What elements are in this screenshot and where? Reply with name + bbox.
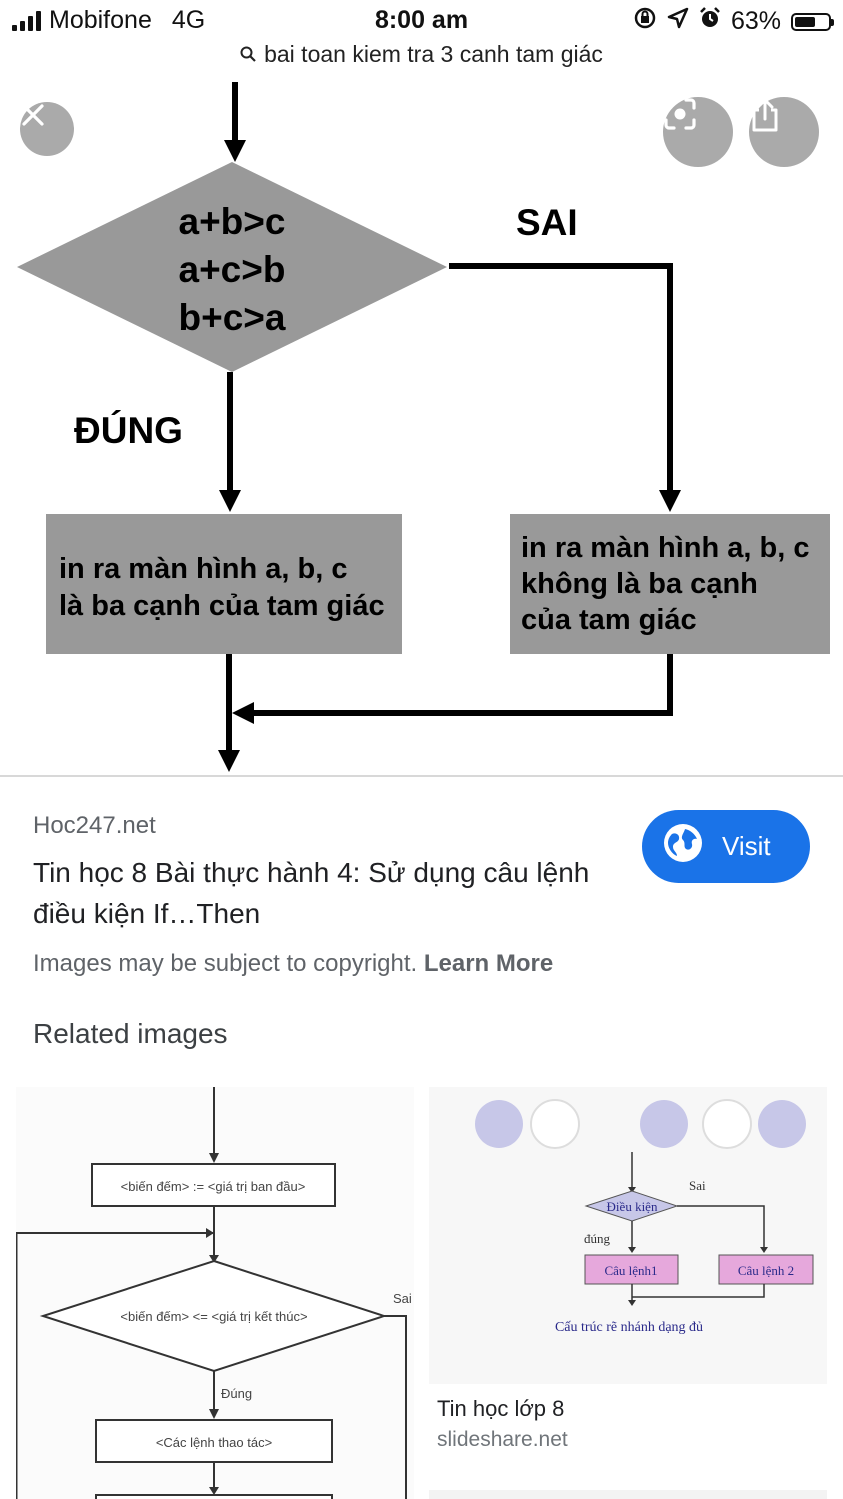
false-box-line-1: in ra màn hình a, b, c [521, 532, 809, 564]
related-2-title[interactable]: Tin học lớp 8 [437, 1396, 564, 1422]
divider [0, 775, 843, 777]
globe-icon [662, 822, 704, 871]
search-icon [240, 41, 256, 68]
true-box-line-2: là ba cạnh của tam giác [59, 590, 385, 622]
thumb1-sai: Sai [393, 1291, 412, 1306]
thumb1-dung: Đúng [221, 1386, 252, 1401]
thumb2-statement-2: Câu lệnh 2 [738, 1263, 794, 1278]
lens-button[interactable] [663, 97, 733, 167]
loop-flowchart-thumbnail: <biến đếm> := <giá trị ban đầu> <biến đế… [16, 1087, 412, 1499]
arrow-head-true [219, 490, 241, 512]
arrow-head-false [659, 490, 681, 512]
share-button[interactable] [749, 97, 819, 167]
flow-line-false [449, 263, 673, 494]
condition-1: a+b>c [179, 201, 286, 242]
arrow-head-return [232, 702, 254, 724]
search-query: bai toan kiem tra 3 canh tam giác [264, 41, 603, 67]
flow-line-return [250, 654, 673, 716]
false-box-line-3: của tam giác [521, 604, 697, 636]
thumb1-condition: <biến đếm> <= <giá trị kết thúc> [120, 1309, 307, 1324]
status-bar: Mobifone 4G 8:00 am 63% [0, 0, 843, 42]
status-right: 63% [633, 6, 834, 37]
true-box-line-1: in ra màn hình a, b, c [59, 553, 347, 585]
thumb2-condition: Điều kiện [607, 1199, 658, 1214]
copyright-text: Images may be subject to copyright. [33, 950, 418, 977]
location-icon [667, 7, 689, 36]
arrow-head-top [224, 140, 246, 162]
search-bar[interactable]: bai toan kiem tra 3 canh tam giác [0, 38, 843, 83]
image-source[interactable]: Hoc247.net [33, 812, 156, 840]
thumb2-caption: Cấu trúc rẽ nhánh dạng đủ [555, 1320, 703, 1335]
alarm-icon [699, 7, 721, 36]
related-2-source: slideshare.net [437, 1428, 568, 1451]
battery-icon [791, 12, 834, 31]
related-heading: Related images [33, 1018, 228, 1049]
false-label: SAI [516, 202, 578, 243]
related-image-2[interactable]: Điều kiện Sai đúng Câu lệnh1 Câu lệnh 2 … [429, 1087, 827, 1384]
thumb2-sai: Sai [689, 1178, 706, 1193]
false-box-line-2: không là ba cạnh [521, 568, 758, 600]
arrow-head-bottom [218, 750, 240, 772]
rotation-lock-icon [633, 6, 657, 37]
branch-structure-thumbnail: Điều kiện Sai đúng Câu lệnh1 Câu lệnh 2 … [475, 1099, 814, 1335]
close-button[interactable] [20, 102, 74, 156]
battery-percent: 63% [730, 7, 781, 35]
thumb1-init-box: <biến đếm> := <giá trị ban đầu> [121, 1179, 306, 1194]
learn-more-link[interactable]: Learn More [424, 950, 553, 977]
condition-3: b+c>a [179, 297, 286, 338]
related-image-1[interactable]: <biến đếm> := <giá trị ban đầu> <biến đế… [16, 1087, 414, 1499]
flowchart-image: a+b>c a+c>b b+c>a SAI ĐÚNG in ra màn hìn… [17, 82, 830, 772]
visit-button[interactable]: Visit [642, 810, 810, 883]
copyright-notice: Images may be subject to copyright. Lear… [33, 950, 553, 978]
image-viewer[interactable]: a+b>c a+c>b b+c>a SAI ĐÚNG in ra màn hìn… [0, 82, 843, 776]
true-label: ĐÚNG [74, 409, 183, 451]
image-title[interactable]: Tin học 8 Bài thực hành 4: Sử dụng câu l… [33, 852, 613, 934]
visit-label: Visit [722, 831, 771, 861]
related-image-4[interactable] [429, 1490, 827, 1499]
thumb2-statement-1: Câu lệnh1 [604, 1263, 657, 1278]
thumb2-dung: đúng [584, 1231, 611, 1246]
condition-2: a+c>b [179, 249, 286, 290]
thumb1-action-box: <Các lệnh thao tác> [156, 1435, 272, 1450]
